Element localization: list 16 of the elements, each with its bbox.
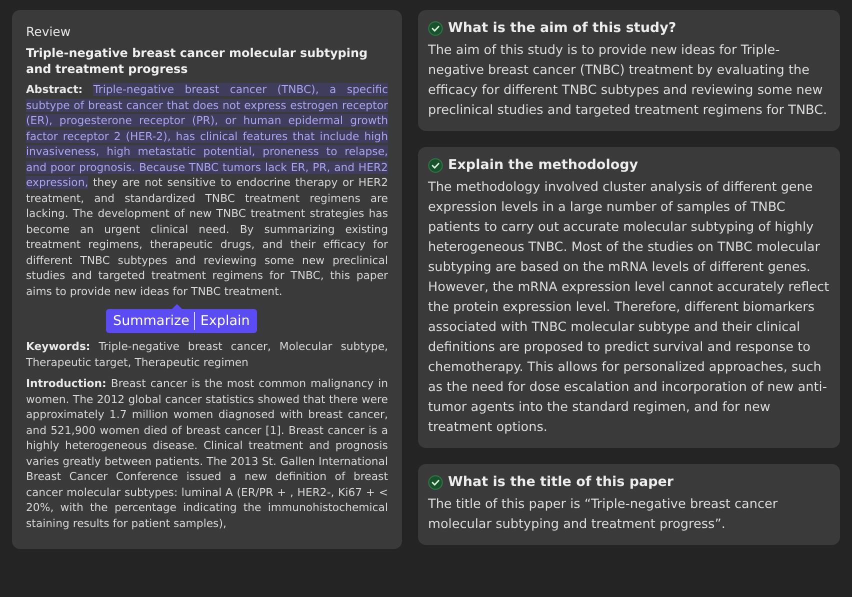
section-paragraph: Keywords: Triple-negative breast cancer, Molecular subtype, Therapeutic target, Therapeutic regimen [26, 339, 388, 370]
check-icon [428, 474, 443, 490]
answer-text: The title of this paper is “Triple-negative breast cancer molecular subtyping and treatment progress”. [428, 496, 779, 534]
popup-action-button[interactable]: Explain [195, 313, 255, 329]
check-icon [428, 158, 443, 172]
review-label: Review [26, 24, 72, 39]
abstract-paragraph: Abstract: Triple-negative breast cancer (TNBC), a specific subtype of breast cancer that does not express estrogen receptor (ER), progesterone receptor (PR), or human epidermal growth factor receptor 2 (HER-2), has clinical features that include high invasiveness, high metastatic potential, proneness to relapse, and poor prognosis. Because TNBC tumors lack ER, PR, and HER2 expression, they are not sensitive to endocrine therapy or HER2 treatment, and standardized TNBC treatment regimens are lacking. The development of new TNBC treatment strategies has become an urgent clinical need. By summarizing existing treatment regimens, therapeutic drugs, and their efficacy for different TNBC subtypes and reviewing some new preclinical studies and targeted treatment regimens for TNBC, this paper aims to provide new ideas for TNBC treatment. [26, 82, 388, 299]
popup-action-button[interactable]: Summarize [108, 313, 194, 329]
check-icon [428, 20, 443, 36]
paper-title: Triple-negative breast cancer molecular subtyping and treatment progress [26, 45, 369, 77]
question-text: What is the title of this paper [448, 474, 674, 490]
question-text: What is the aim of this study? [448, 20, 676, 36]
answer-text: The methodology involved cluster analysis of different gene expression levels in a large number of samples of TNBC patients to carry out accurate molecular subtyping of highly heterogeneous TNBC. Most of the studies on TNBC molecular subtyping are based on the mRNA levels of different genes. However, the mRNA expression level cannot accurately reflect the protein expression level. Therefore, different biomarkers associated with TNBC molecular subtype and their clinical definitions are proposed to predict survival and response to chemotherapy. This allows for personalized approaches, such as the need for dose escalation and incorporation of new anti-tumor agents into the standard regimen, and for new treatment options. [428, 179, 830, 437]
answer-text: The aim of this study is to provide new ideas for Triple-negative breast cancer (TNBC) treatment by evaluating the efficacy for different TNBC subtypes and reviewing some new preclinical studies and targeted treatment regimens for TNBC. [428, 42, 828, 120]
question-text: Explain the methodology [448, 157, 638, 173]
section-paragraph: Introduction: Breast cancer is the most common malignancy in women. The 2012 global cancer statistics showed that there were approximately 1.7 million women diagnosed with breast cancer, and 521,900 women died of breast cancer [1]. Breast cancer is a highly heterogeneous disease. Clinical treatment and prognosis varies greatly between patients. The 2013 St. Gallen International Breast Cancer Conference issued a new definition of breast cancer molecular subtypes: luminal A (ER/PR + , HER2-, Ki67 + < 20%, with the percentage indicating the immunohistochemical staining results for patient samples), [26, 376, 388, 531]
